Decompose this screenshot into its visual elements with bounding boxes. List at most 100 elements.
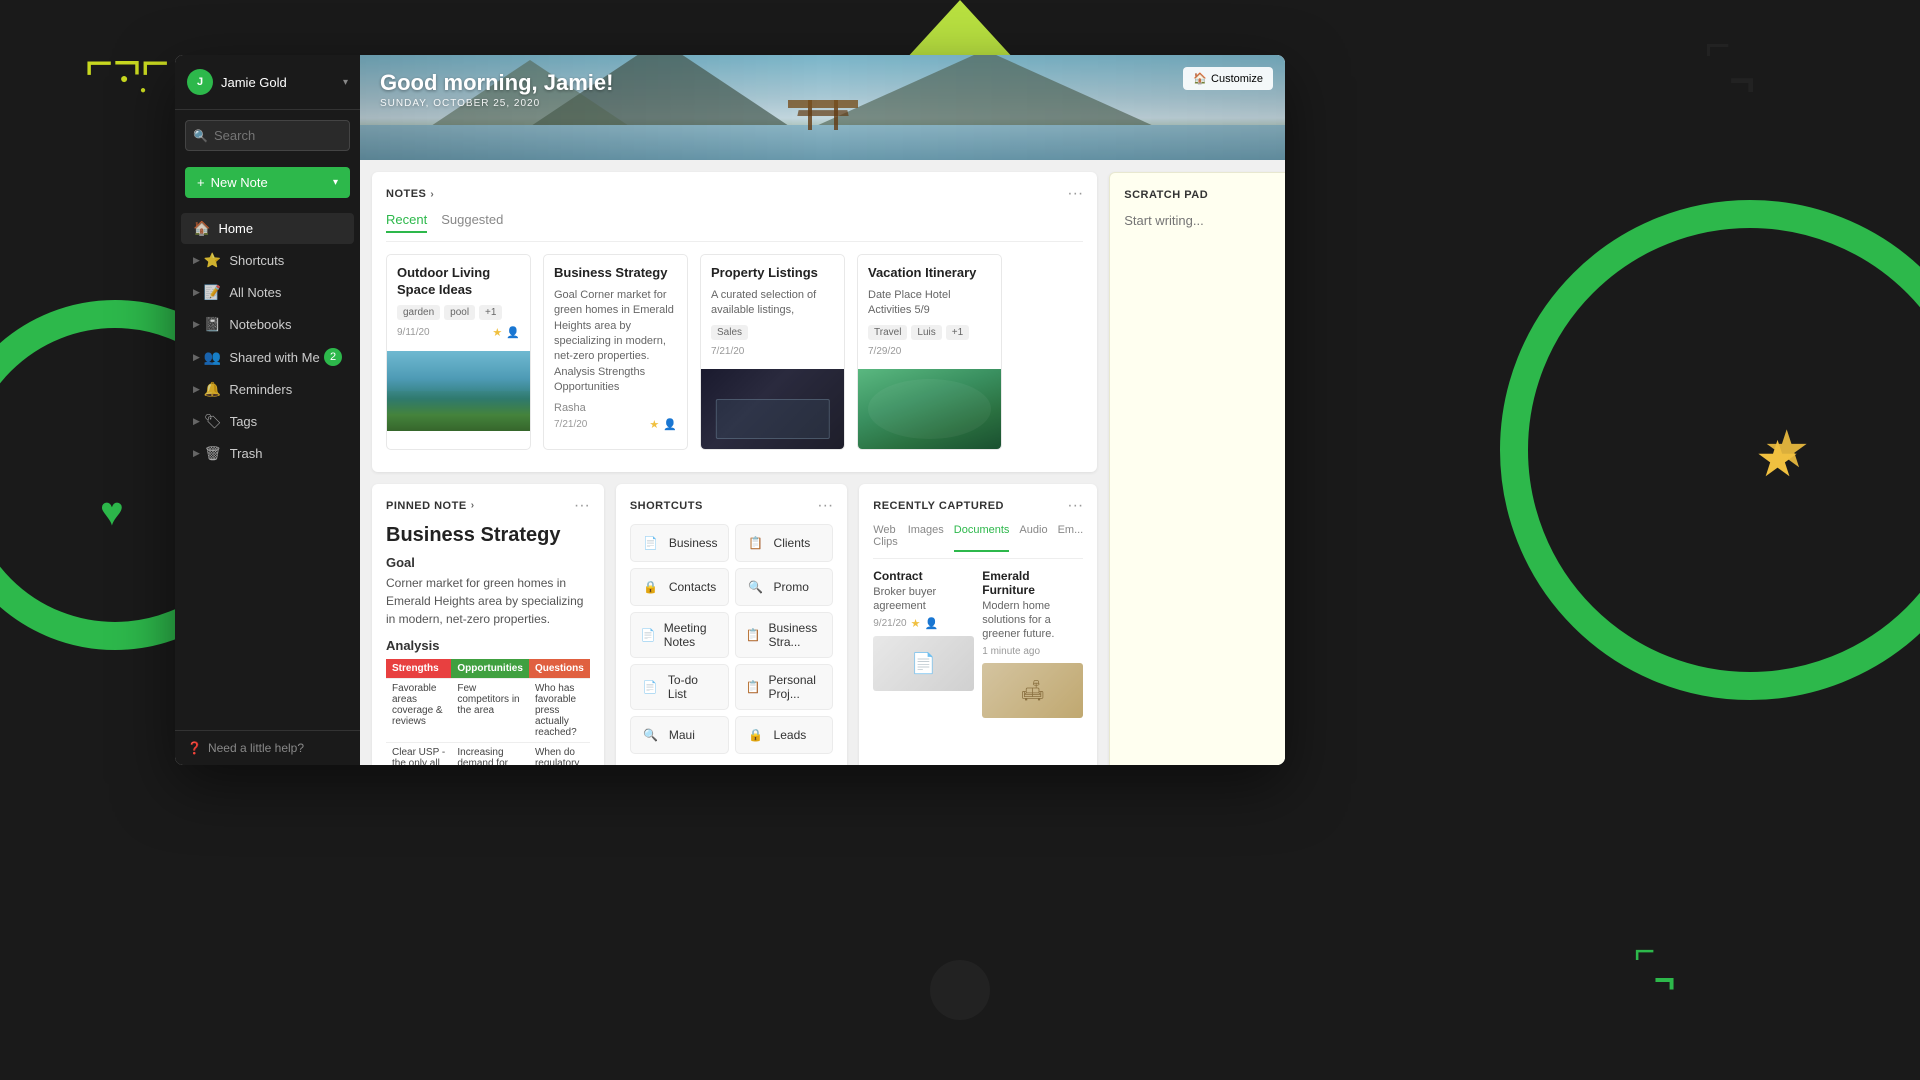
content-area: NOTES › ··· Recent Suggested Outdoor Liv…	[360, 160, 1285, 765]
shortcut-todo[interactable]: 📄 To-do List	[630, 664, 729, 710]
user-profile[interactable]: J Jamie Gold ▾	[175, 55, 360, 110]
sidebar-item-notebooks[interactable]: ▶ 📓 Notebooks	[181, 309, 354, 340]
sidebar-nav: 🏠 Home ▶ ⭐ Shortcuts ▶ 📝 All Notes ▶ 📓 N…	[175, 208, 360, 730]
star-icon: ★	[911, 617, 921, 630]
search-input[interactable]	[185, 120, 350, 151]
note-card-property[interactable]: Property Listings A curated selection of…	[700, 254, 845, 450]
table-cell: Who has favorable press actually reached…	[529, 678, 590, 742]
rc-item-title: Contract	[873, 569, 974, 583]
note-text: A curated selection of available listing…	[711, 288, 834, 319]
shared-icon: 👥	[204, 349, 221, 366]
arrow-icon: ›	[471, 500, 475, 511]
sidebar-item-tags[interactable]: ▶ 🏷 Tags	[181, 406, 354, 437]
table-cell: Increasing demand for green homes	[451, 742, 529, 765]
notes-scroll[interactable]: Outdoor Living Space Ideas garden pool +…	[386, 254, 1083, 458]
shortcut-maui[interactable]: 🔍 Maui	[630, 716, 729, 754]
note-tags: Travel Luis +1	[868, 325, 991, 340]
scratch-pad-textarea[interactable]	[1124, 213, 1285, 413]
shortcuts-menu-button[interactable]: ···	[817, 498, 833, 514]
main-content: Good morning, Jamie! SUNDAY, OCTOBER 25,…	[360, 55, 1285, 765]
note-card-vacation[interactable]: Vacation Itinerary Date Place Hotel Acti…	[857, 254, 1002, 450]
pinned-goal-label: Goal	[386, 555, 590, 570]
pinned-note-header: PINNED NOTE › ···	[386, 498, 590, 514]
table-cell: Favorable areas coverage & reviews	[386, 678, 451, 742]
tab-images[interactable]: Images	[908, 524, 944, 552]
help-link[interactable]: ❓ Need a little help?	[175, 730, 360, 765]
shortcut-business-strategy[interactable]: 📋 Business Stra...	[735, 612, 834, 658]
lock-icon: 🔒	[746, 725, 766, 745]
sidebar-item-shared[interactable]: ▶ 👥 Shared with Me 2	[181, 341, 354, 373]
shortcuts-header: SHORTCUTS ···	[630, 498, 833, 514]
table-row: Favorable areas coverage & reviews Few c…	[386, 678, 590, 742]
shortcut-contacts[interactable]: 🔒 Contacts	[630, 568, 729, 606]
chevron-down-icon: ▾	[333, 177, 338, 188]
sidebar-item-home[interactable]: 🏠 Home	[181, 213, 354, 244]
swot-questions-header: Questions	[529, 659, 590, 679]
scratch-pad-header: SCRATCH PAD ···	[1124, 187, 1285, 203]
note-date: 9/11/20	[397, 327, 430, 338]
shortcuts-title: SHORTCUTS	[630, 500, 703, 512]
tag: pool	[444, 305, 475, 320]
tab-em[interactable]: Em...	[1058, 524, 1084, 552]
arrow-icon: ›	[430, 189, 434, 200]
customize-button[interactable]: 🏠 Customize	[1183, 67, 1273, 90]
note-image	[858, 369, 1001, 449]
notes-menu-button[interactable]: ···	[1067, 186, 1083, 202]
rc-item-contract[interactable]: Contract Broker buyer agreement 9/21/20 …	[873, 569, 974, 718]
pinned-note-menu[interactable]: ···	[574, 498, 590, 514]
new-note-button[interactable]: + New Note ▾	[185, 167, 350, 198]
document-icon: 📄	[911, 651, 936, 676]
note-text: Date Place Hotel Activities 5/9	[868, 288, 991, 319]
expand-icon: ▶	[193, 287, 200, 298]
expand-icon: ▶	[193, 384, 200, 395]
search-icon: 🔍	[641, 725, 661, 745]
swot-opportunities-header: Opportunities	[451, 659, 529, 679]
tab-web-clips[interactable]: Web Clips	[873, 524, 897, 552]
pinned-note-title-label: PINNED NOTE ›	[386, 500, 475, 512]
notebooks-icon: 📓	[204, 316, 221, 333]
tab-recent[interactable]: Recent	[386, 212, 427, 233]
plus-icon: +	[197, 175, 205, 190]
expand-icon: ▶	[193, 352, 200, 363]
recently-captured-menu[interactable]: ···	[1067, 498, 1083, 514]
scratch-pad-card: SCRATCH PAD ···	[1109, 172, 1285, 765]
note-meta: 7/21/20	[711, 346, 834, 357]
document-icon: 📄	[641, 533, 661, 553]
rc-item-emerald-furniture[interactable]: Emerald Furniture Modern home solutions …	[982, 569, 1083, 718]
home-icon: 🏠	[1193, 72, 1207, 85]
tag: Sales	[711, 325, 748, 340]
shortcut-business[interactable]: 📄 Business	[630, 524, 729, 562]
chevron-down-icon: ▾	[343, 77, 348, 88]
tab-audio[interactable]: Audio	[1019, 524, 1047, 552]
greeting-text: Good morning, Jamie!	[380, 70, 613, 96]
greeting-date: SUNDAY, OCTOBER 25, 2020	[380, 98, 613, 109]
lock-icon: 🔒	[641, 577, 661, 597]
table-row: Clear USP - the only all green realtor I…	[386, 742, 590, 765]
sidebar-item-shortcuts[interactable]: ▶ ⭐ Shortcuts	[181, 245, 354, 276]
shortcut-leads[interactable]: 🔒 Leads	[735, 716, 834, 754]
shortcut-promo[interactable]: 🔍 Promo	[735, 568, 834, 606]
note-image	[387, 351, 530, 431]
rc-item-date: 1 minute ago	[982, 646, 1040, 657]
note-card-outdoor[interactable]: Outdoor Living Space Ideas garden pool +…	[386, 254, 531, 450]
shortcut-meeting-notes[interactable]: 📄 Meeting Notes	[630, 612, 729, 658]
notes-title: NOTES ›	[386, 188, 434, 200]
rc-item-text: Broker buyer agreement	[873, 585, 974, 614]
rc-item-meta: 9/21/20 ★ 👤	[873, 617, 974, 630]
note-card-business[interactable]: Business Strategy Goal Corner market for…	[543, 254, 688, 450]
sidebar-item-trash[interactable]: ▶ 🗑 Trash	[181, 438, 354, 469]
notes-card-header: NOTES › ···	[386, 186, 1083, 202]
sidebar: J Jamie Gold ▾ 🔍 + New Note ▾ 🏠 Home	[175, 55, 360, 765]
shortcut-clients[interactable]: 📋 Clients	[735, 524, 834, 562]
expand-icon: ▶	[193, 448, 200, 459]
tags-icon: 🏷	[204, 413, 222, 430]
analysis-label: Analysis	[386, 638, 590, 653]
sidebar-item-reminders[interactable]: ▶ 🔔 Reminders	[181, 374, 354, 405]
tab-documents[interactable]: Documents	[954, 524, 1010, 552]
recently-captured-card: RECENTLY CAPTURED ··· Web Clips Images D…	[859, 484, 1097, 765]
shortcut-personal-proj[interactable]: 📋 Personal Proj...	[735, 664, 834, 710]
search-container: 🔍	[185, 120, 350, 151]
sidebar-item-all-notes[interactable]: ▶ 📝 All Notes	[181, 277, 354, 308]
recently-captured-tabs: Web Clips Images Documents Audio Em...	[873, 524, 1083, 559]
tab-suggested[interactable]: Suggested	[441, 212, 503, 233]
